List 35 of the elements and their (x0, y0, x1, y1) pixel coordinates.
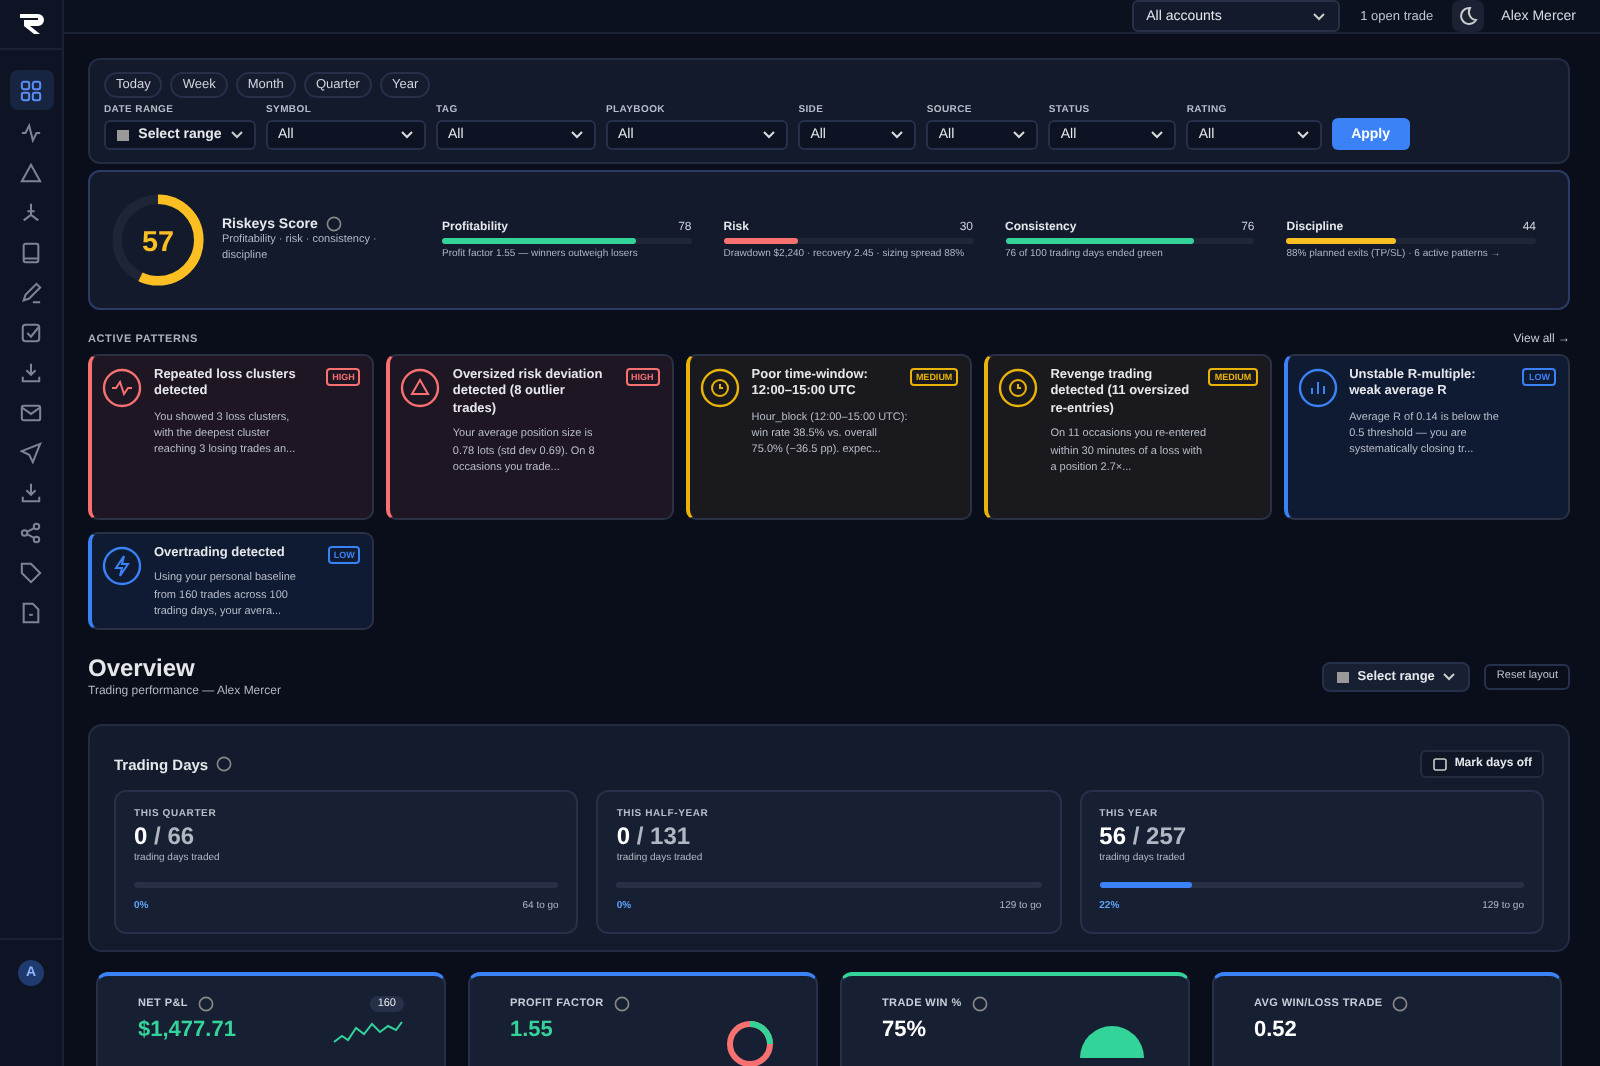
days-count: 56 / 257 (1099, 822, 1189, 850)
stat-value: 0.52 (1254, 1018, 1297, 1042)
overview-title: Overview (88, 654, 197, 682)
stat-value: 1.55 (510, 1018, 553, 1042)
bar-chart-icon (1297, 368, 1338, 408)
dashboard-icon[interactable] (9, 70, 53, 110)
lightning-icon (102, 546, 142, 586)
chevron-icon (570, 130, 584, 140)
chevron-icon (890, 130, 905, 140)
days-count: 0 / 66 (134, 822, 197, 850)
theme-toggle-icon[interactable] (1451, 0, 1484, 32)
chevron-icon (1442, 671, 1457, 681)
sparkline-icon (332, 1018, 404, 1046)
chevron-icon (762, 130, 777, 140)
help-icon[interactable] (613, 996, 630, 1012)
chevron-icon (1295, 130, 1310, 140)
stat-value: 75% (882, 1018, 927, 1042)
chevron-icon (229, 130, 244, 140)
warning-icon (400, 368, 441, 408)
help-icon[interactable] (216, 756, 233, 772)
donut-icon (724, 1018, 776, 1066)
help-icon[interactable] (971, 996, 988, 1012)
help-icon[interactable] (1392, 996, 1409, 1012)
days-count: 0 / 131 (616, 822, 693, 850)
stat-value: $1,477.71 (138, 1018, 236, 1042)
chevron-icon (400, 130, 414, 140)
chevron-icon (1150, 130, 1165, 140)
help-icon[interactable] (197, 996, 214, 1012)
score-ring: 57 (110, 192, 206, 288)
clock-icon (699, 368, 740, 408)
pulse-icon (102, 368, 142, 408)
clock-icon (998, 368, 1039, 408)
help-icon[interactable] (325, 216, 342, 233)
chevron-icon (1012, 130, 1027, 140)
chevron-icon (1312, 11, 1327, 21)
